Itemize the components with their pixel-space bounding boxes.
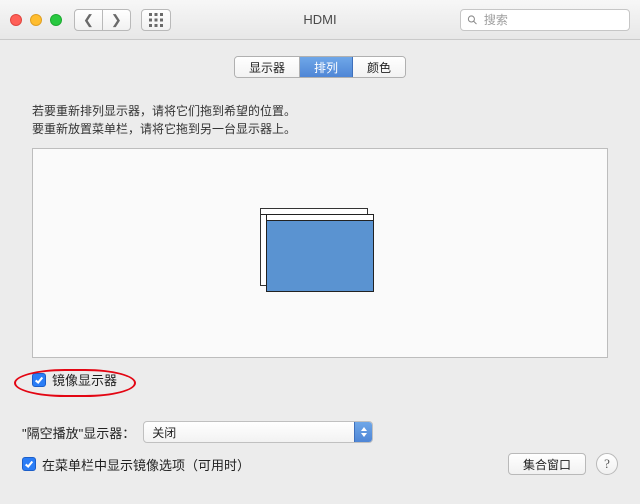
menubar-option-label: 在菜单栏中显示镜像选项（可用时） (42, 455, 250, 474)
search-icon (467, 14, 478, 26)
gather-windows-button[interactable]: 集合窗口 (508, 453, 586, 475)
stepper-icon (354, 422, 372, 442)
tab-arrange[interactable]: 排列 (300, 57, 353, 77)
instruction-line-1: 若要重新排列显示器，请将它们拖到希望的位置。 (32, 102, 608, 120)
check-icon (24, 459, 34, 469)
show-mirror-menubar-checkbox[interactable] (22, 457, 36, 471)
check-icon (34, 375, 44, 385)
instruction-line-2: 要重新放置菜单栏，请将它拖到另一台显示器上。 (32, 120, 608, 138)
airplay-selected: 关闭 (152, 424, 176, 441)
airplay-label: "隔空播放"显示器： (22, 423, 135, 442)
tab-color[interactable]: 颜色 (353, 57, 405, 77)
airplay-select[interactable]: 关闭 (143, 421, 373, 443)
close-window[interactable] (10, 14, 22, 26)
menubar-handle[interactable] (267, 215, 373, 221)
zoom-window[interactable] (50, 14, 62, 26)
help-button[interactable]: ? (596, 453, 618, 475)
show-all-prefs-button[interactable] (141, 9, 171, 31)
forward-button[interactable]: ❯ (103, 9, 131, 31)
tabs-segmented: 显示器 排列 颜色 (234, 56, 406, 78)
display-primary[interactable] (266, 214, 374, 292)
mirror-checkbox[interactable] (32, 373, 46, 387)
grid-icon (149, 13, 163, 27)
back-button[interactable]: ❮ (74, 9, 103, 31)
tab-display[interactable]: 显示器 (235, 57, 300, 77)
search-input[interactable] (482, 12, 623, 28)
mirror-label: 镜像显示器 (52, 370, 117, 389)
search-field[interactable] (460, 9, 630, 31)
arrangement-canvas[interactable] (32, 148, 608, 358)
minimize-window[interactable] (30, 14, 42, 26)
